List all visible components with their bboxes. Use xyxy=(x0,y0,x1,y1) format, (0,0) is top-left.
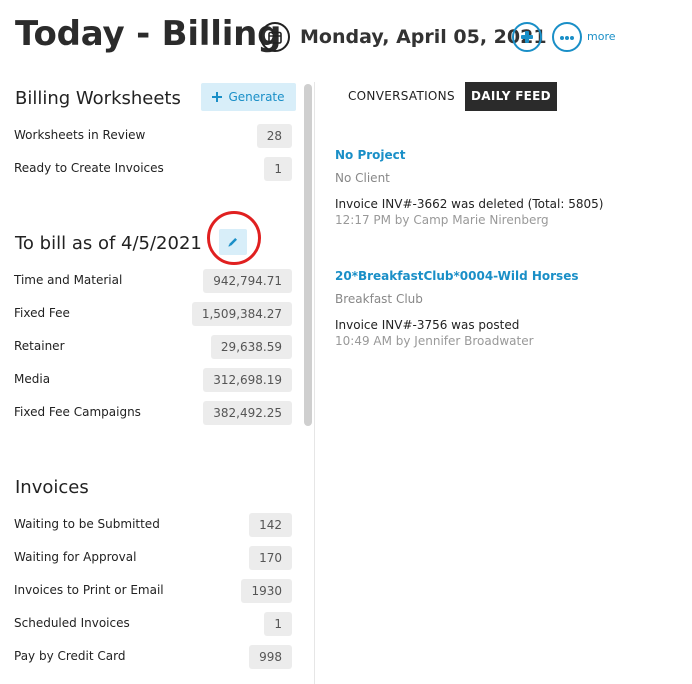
amount-badge: 29,638.59 xyxy=(210,335,292,359)
row-worksheets-in-review[interactable]: Worksheets in Review 28 xyxy=(14,122,292,150)
current-date[interactable]: Monday, April 05, 2021 xyxy=(300,26,547,48)
scrollbar-thumb[interactable] xyxy=(304,84,312,426)
row-waiting-for-approval[interactable]: Waiting for Approval 170 xyxy=(14,544,292,572)
row-waiting-to-be-submitted[interactable]: Waiting to be Submitted 142 xyxy=(14,511,292,539)
amount-badge: 942,794.71 xyxy=(203,269,292,293)
amount-badge: 382,492.25 xyxy=(203,401,292,425)
more-link[interactable]: more xyxy=(587,30,616,43)
feed-item: No Project No Client Invoice INV#-3662 w… xyxy=(335,148,685,227)
generate-button[interactable]: Generate xyxy=(201,83,296,111)
count-badge: 998 xyxy=(249,645,292,669)
page-header: Today - Billing Monday, April 05, 2021 m… xyxy=(0,0,692,76)
billing-summary-panel: Billing Worksheets Generate Worksheets i… xyxy=(0,76,302,684)
highlight-ring xyxy=(207,211,261,265)
feed-project-link[interactable]: No Project xyxy=(335,148,685,162)
row-label: Waiting to be Submitted xyxy=(14,517,160,531)
invoices-title: Invoices xyxy=(15,477,89,498)
row-label: Worksheets in Review xyxy=(14,128,146,142)
count-badge: 142 xyxy=(249,513,292,537)
row-label: Scheduled Invoices xyxy=(14,616,130,630)
ellipsis-icon xyxy=(560,36,564,40)
row-label: Fixed Fee xyxy=(14,306,70,320)
feed-project-link[interactable]: 20*BreakfastClub*0004-Wild Horses xyxy=(335,269,685,283)
row-media[interactable]: Media 312,698.19 xyxy=(14,366,292,394)
plus-icon xyxy=(212,92,223,102)
row-pay-by-credit-card[interactable]: Pay by Credit Card 998 xyxy=(14,643,292,671)
row-label: Time and Material xyxy=(14,273,123,287)
more-button[interactable] xyxy=(552,22,582,52)
row-label: Retainer xyxy=(14,339,65,353)
row-scheduled-invoices[interactable]: Scheduled Invoices 1 xyxy=(14,610,292,638)
tab-daily-feed[interactable]: DAILY FEED xyxy=(465,82,557,111)
row-invoices-to-print-or-email[interactable]: Invoices to Print or Email 1930 xyxy=(14,577,292,605)
feed-meta: 12:17 PM by Camp Marie Nirenberg xyxy=(335,213,549,227)
feed-client: Breakfast Club xyxy=(335,292,423,306)
count-badge: 1 xyxy=(264,612,292,636)
row-label: Invoices to Print or Email xyxy=(14,583,164,597)
to-bill-title: To bill as of 4/5/2021 xyxy=(15,233,202,254)
row-fixed-fee-campaigns[interactable]: Fixed Fee Campaigns 382,492.25 xyxy=(14,399,292,427)
row-retainer[interactable]: Retainer 29,638.59 xyxy=(14,333,292,361)
tab-conversations[interactable]: CONVERSATIONS xyxy=(348,82,455,111)
row-label: Fixed Fee Campaigns xyxy=(14,405,141,419)
count-badge: 1 xyxy=(264,157,292,181)
add-button[interactable] xyxy=(512,22,542,52)
row-time-and-material[interactable]: Time and Material 942,794.71 xyxy=(14,267,292,295)
amount-badge: 1,509,384.27 xyxy=(191,302,292,326)
activity-panel: CONVERSATIONS DAILY FEED No Project No C… xyxy=(315,76,692,684)
page-title: Today - Billing xyxy=(15,14,282,54)
row-label: Waiting for Approval xyxy=(14,550,137,564)
feed-message: Invoice INV#-3662 was deleted (Total: 58… xyxy=(335,197,604,211)
feed-item: 20*BreakfastClub*0004-Wild Horses Breakf… xyxy=(335,269,685,348)
row-fixed-fee[interactable]: Fixed Fee 1,509,384.27 xyxy=(14,300,292,328)
count-badge: 170 xyxy=(249,546,292,570)
row-label: Ready to Create Invoices xyxy=(14,161,164,175)
row-label: Media xyxy=(14,372,51,386)
count-badge: 1930 xyxy=(241,579,292,603)
feed-meta: 10:49 AM by Jennifer Broadwater xyxy=(335,334,534,348)
billing-worksheets-title: Billing Worksheets xyxy=(15,88,181,109)
count-badge: 28 xyxy=(256,124,292,148)
feed-message: Invoice INV#-3756 was posted xyxy=(335,318,520,332)
generate-label: Generate xyxy=(228,90,285,104)
feed-client: No Client xyxy=(335,171,390,185)
row-label: Pay by Credit Card xyxy=(14,649,126,663)
calendar-icon[interactable] xyxy=(260,22,290,52)
row-ready-to-create-invoices[interactable]: Ready to Create Invoices 1 xyxy=(14,155,292,183)
amount-badge: 312,698.19 xyxy=(203,368,292,392)
